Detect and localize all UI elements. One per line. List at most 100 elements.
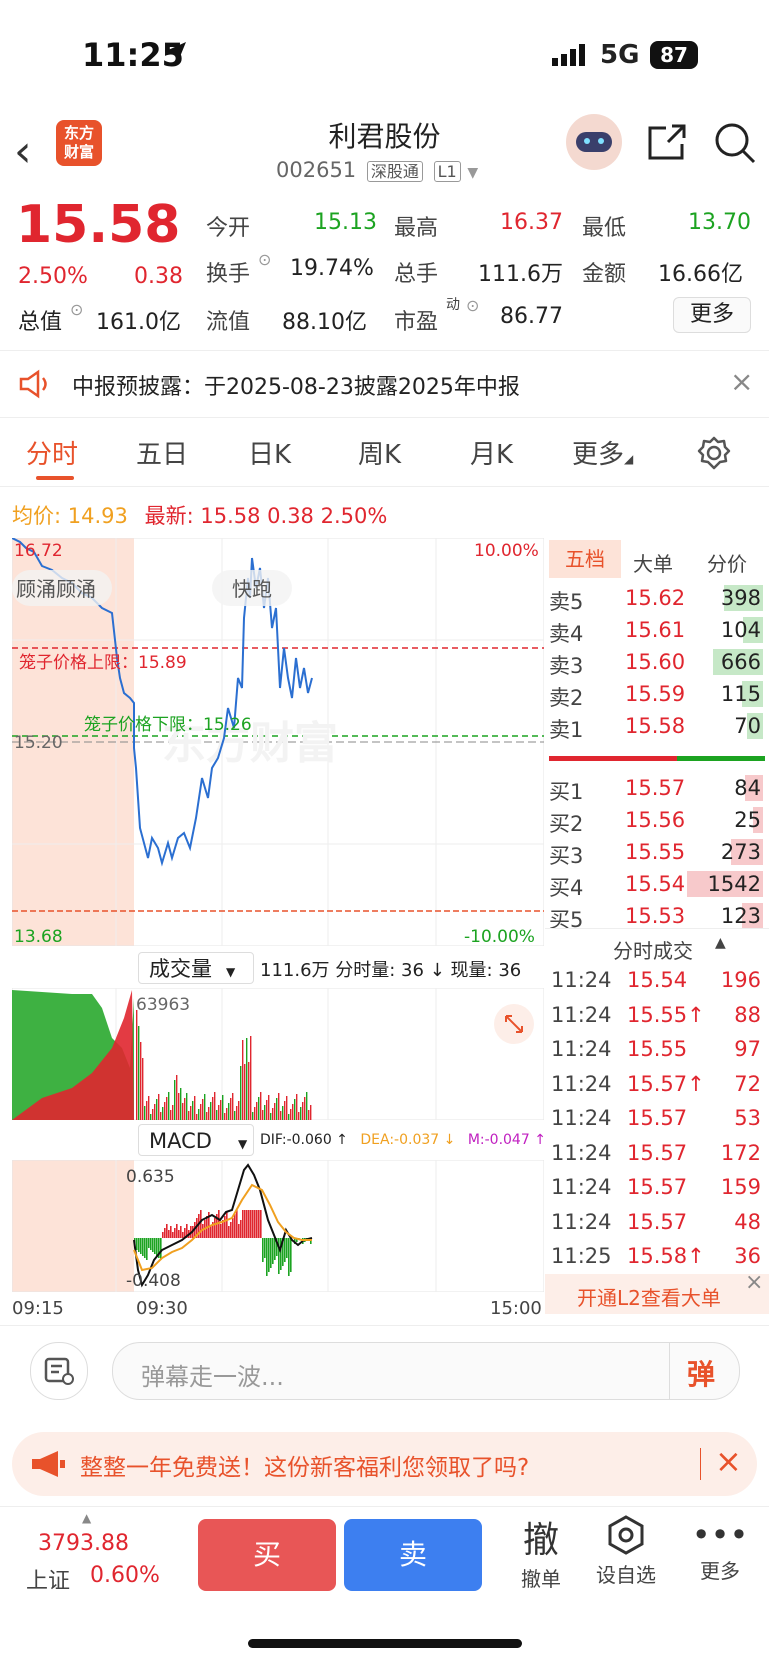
trade-row: 11:24 15.54 196 bbox=[545, 964, 769, 996]
index-up-icon: ▲ bbox=[82, 1511, 92, 1525]
volume-bar bbox=[228, 1103, 230, 1120]
tab-daily[interactable]: 日K bbox=[248, 434, 291, 471]
l2-upgrade-button[interactable]: 开通L2查看大单 × bbox=[545, 1270, 769, 1314]
trade-row: 11:24 15.57↑ 72 bbox=[545, 1068, 769, 1100]
volume-bar bbox=[222, 1095, 224, 1120]
bid-row[interactable]: 买3 15.55 273 bbox=[545, 836, 769, 868]
sell-button[interactable]: 卖 bbox=[344, 1519, 482, 1591]
share-icon[interactable] bbox=[646, 122, 688, 162]
macd-bar bbox=[264, 1238, 266, 1258]
index-pct[interactable]: 0.60% bbox=[90, 1563, 160, 1588]
battery-icon: 87 bbox=[650, 41, 698, 69]
trade-row: 11:25 15.58↑ 36 bbox=[545, 1240, 769, 1272]
info-icon[interactable]: ⊙ bbox=[70, 300, 83, 319]
volume-bar bbox=[242, 1040, 244, 1120]
add-watchlist-button[interactable]: 设自选 bbox=[588, 1515, 664, 1588]
info-icon[interactable]: ⊙ bbox=[466, 296, 479, 315]
stock-code: 002651 bbox=[276, 158, 357, 182]
volume-period: 分时量: 36 bbox=[335, 960, 424, 981]
macd-bar bbox=[286, 1238, 288, 1258]
ask-row[interactable]: 卖4 15.61 104 bbox=[545, 614, 769, 646]
volume-selector[interactable]: 成交量 ▼ bbox=[138, 952, 254, 984]
search-icon[interactable] bbox=[714, 122, 758, 166]
bid-row[interactable]: 买4 15.54 1542 bbox=[545, 868, 769, 900]
danmaku-input[interactable]: 弹幕走一波... 弹 bbox=[112, 1342, 740, 1400]
tab-5day[interactable]: 五日 bbox=[136, 434, 188, 471]
volume-bar bbox=[168, 1092, 170, 1120]
volume-bar bbox=[218, 1105, 220, 1120]
macd-bar bbox=[256, 1210, 258, 1238]
volume-value: 111.6万 bbox=[478, 262, 563, 287]
volume-bar bbox=[186, 1093, 188, 1120]
danmaku-toggle-icon[interactable] bbox=[30, 1342, 88, 1400]
trade-time: 11:24 bbox=[551, 1106, 612, 1130]
close-icon[interactable]: × bbox=[730, 365, 753, 398]
bid-volume: 273 bbox=[720, 840, 761, 864]
bid-row[interactable]: 买2 15.56 25 bbox=[545, 804, 769, 836]
trade-time: 11:24 bbox=[551, 1140, 612, 1165]
tab-big-order[interactable]: 大单 bbox=[633, 548, 673, 577]
volume-bar bbox=[216, 1110, 218, 1120]
macd-bar bbox=[228, 1226, 230, 1238]
trades-header[interactable]: 分时成交 ▲ bbox=[545, 928, 769, 963]
bid-row[interactable]: 买1 15.57 84 bbox=[545, 772, 769, 804]
cancel-order-button[interactable]: 撤 撤单 bbox=[506, 1511, 576, 1592]
stock-subtitle[interactable]: 002651 深股通 L1 ▼ bbox=[276, 158, 478, 182]
more-menu-button[interactable]: ••• 更多 bbox=[682, 1515, 758, 1584]
tab-five-level[interactable]: 五档 bbox=[549, 540, 621, 578]
volume-bar bbox=[274, 1103, 276, 1120]
volume-bar bbox=[266, 1100, 268, 1120]
intraday-price-chart[interactable]: 东方财富 顾涌顾涌 快跑 笼子价格上限：15.89 笼子价格下限：15.26 1… bbox=[12, 538, 544, 946]
index-name[interactable]: 上证 bbox=[26, 1563, 70, 1595]
ask-row[interactable]: 卖1 15.58 70 bbox=[545, 710, 769, 742]
volume-bar bbox=[190, 1106, 192, 1120]
tab-more[interactable]: 更多◢ bbox=[572, 434, 633, 471]
close-icon[interactable]: × bbox=[745, 1270, 763, 1295]
volume-bar bbox=[206, 1112, 208, 1120]
tab-weekly[interactable]: 周K bbox=[358, 434, 401, 471]
volume-bar bbox=[180, 1088, 182, 1120]
ask-row[interactable]: 卖3 15.60 666 bbox=[545, 646, 769, 678]
volume-bar bbox=[300, 1107, 302, 1120]
volume-bar bbox=[254, 1107, 256, 1120]
speaker-icon bbox=[19, 369, 47, 399]
robot-avatar-icon[interactable] bbox=[566, 114, 622, 170]
volume-bar bbox=[292, 1104, 294, 1120]
volume-bar bbox=[238, 1101, 240, 1120]
low-label: 最低 bbox=[582, 216, 627, 241]
volume-chart[interactable]: 63963 bbox=[12, 988, 544, 1120]
volume-bar bbox=[182, 1103, 184, 1120]
volume-bar bbox=[178, 1093, 180, 1120]
ask-level: 卖4 bbox=[549, 622, 584, 646]
macd-selector-label: MACD bbox=[149, 1129, 212, 1153]
tab-intraday[interactable]: 分时 bbox=[26, 434, 78, 471]
tab-monthly[interactable]: 月K bbox=[470, 434, 513, 471]
volume-bar bbox=[166, 1097, 168, 1120]
macd-bar bbox=[250, 1210, 252, 1238]
promo-banner[interactable]: 整整一年免费送！这份新客福利您领取了吗? × bbox=[12, 1432, 757, 1496]
info-icon[interactable]: ⊙ bbox=[258, 250, 271, 269]
notice-bar[interactable]: 中报预披露：于2025-08-23披露2025年中报 × bbox=[0, 350, 769, 418]
watchlist-label: 设自选 bbox=[596, 1563, 656, 1587]
more-stats-button[interactable]: 更多 bbox=[673, 297, 751, 333]
ask-row[interactable]: 卖2 15.59 115 bbox=[545, 678, 769, 710]
macd-bar bbox=[258, 1210, 260, 1238]
close-icon[interactable]: × bbox=[715, 1442, 742, 1480]
index-value[interactable]: 3793.88 bbox=[38, 1531, 129, 1556]
volume-bar bbox=[200, 1104, 202, 1120]
volume-bar bbox=[244, 1064, 246, 1120]
danmaku-send-button[interactable]: 弹 bbox=[687, 1353, 715, 1393]
trade-price: 15.57 bbox=[627, 1140, 688, 1165]
settings-gear-icon[interactable] bbox=[697, 436, 731, 470]
cancel-label: 撤单 bbox=[521, 1567, 561, 1591]
macd-selector[interactable]: MACD ▼ bbox=[138, 1124, 254, 1156]
macd-bar bbox=[254, 1210, 256, 1238]
buy-button[interactable]: 买 bbox=[198, 1519, 336, 1591]
macd-chart[interactable]: 0.635 -0.408 bbox=[12, 1160, 544, 1292]
trade-price: 15.55 bbox=[627, 1037, 688, 1061]
tab-price-dist[interactable]: 分价 bbox=[707, 548, 747, 577]
ask-volume: 70 bbox=[734, 714, 761, 738]
lower-limit-label: 笼子价格下限：15.26 bbox=[84, 715, 252, 735]
macd-dea: DEA:-0.037 ↓ bbox=[360, 1132, 456, 1148]
ask-row[interactable]: 卖5 15.62 398 bbox=[545, 582, 769, 614]
